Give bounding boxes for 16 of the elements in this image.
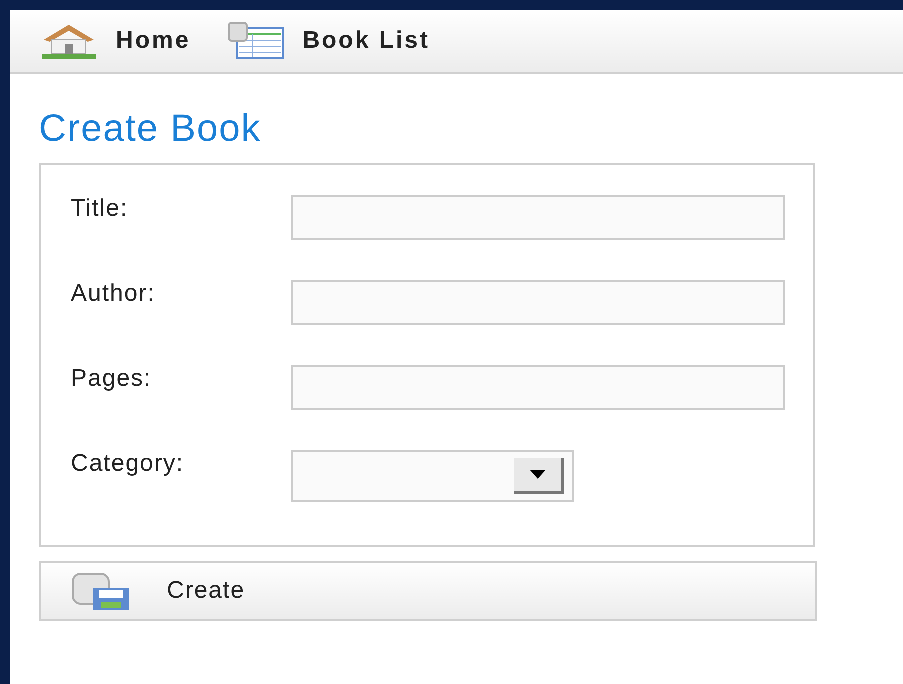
dropdown-arrow-icon: [530, 470, 546, 480]
input-field[interactable]: [291, 365, 785, 410]
input-field[interactable]: [291, 195, 785, 240]
category-select[interactable]: [291, 450, 574, 502]
page-title: Create Book: [39, 108, 262, 151]
field-label: Title:: [71, 195, 130, 223]
field-label: Category:: [71, 450, 186, 478]
create-button[interactable]: Create: [39, 561, 817, 621]
input-field[interactable]: [291, 280, 785, 325]
field-label: Pages:: [71, 365, 153, 393]
field-label: Author:: [71, 280, 156, 308]
nav-link[interactable]: Home: [40, 22, 191, 60]
table-icon: [226, 22, 285, 60]
database-save-icon: [71, 571, 131, 611]
nav-link[interactable]: Book List: [226, 22, 430, 60]
house-icon: [40, 22, 98, 60]
